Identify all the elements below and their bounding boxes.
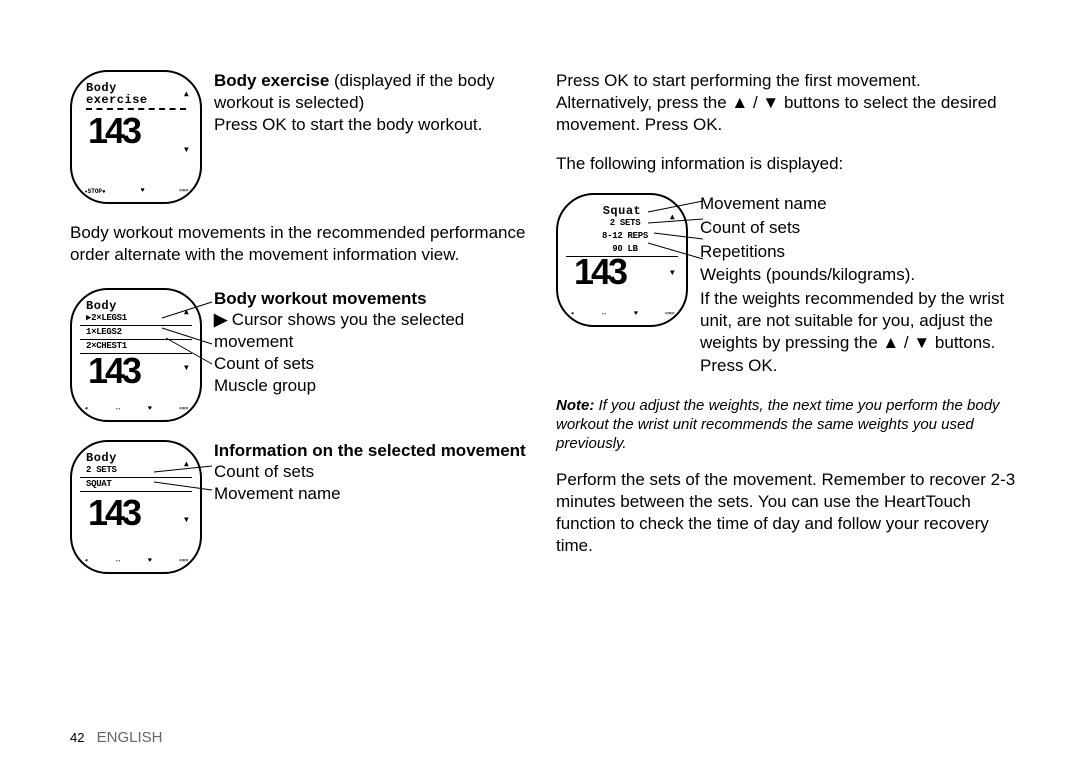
list-item: Weights (pounds/kilograms). — [700, 264, 1016, 286]
body-exercise-description: Body exercise (displayed if the body wor… — [214, 70, 530, 204]
press-ok-para: Press OK to start performing the first m… — [556, 70, 1016, 135]
device-line: SQUAT — [80, 480, 192, 492]
section-heading: Body workout movements — [214, 288, 530, 310]
list-item: Count of sets — [214, 461, 526, 483]
squat-labels: Movement name Count of sets Repetitions … — [700, 193, 1016, 379]
note-paragraph: Note: If you adjust the weights, the nex… — [556, 397, 1016, 453]
device-line: 1×LEGS2 — [80, 328, 192, 340]
up-arrow-icon: ▴ — [183, 88, 190, 100]
list-item: If the weights recommended by the wrist … — [700, 288, 1016, 353]
box-icon: ▭▭ — [180, 558, 188, 565]
device-heart-rate: 143 — [566, 253, 678, 291]
device-heart-rate: 143 — [80, 352, 192, 390]
arrows-icon: ↔ — [602, 311, 606, 318]
section-heading: Information on the selected movement — [214, 440, 526, 462]
down-arrow-icon: ▾ — [183, 362, 190, 374]
device-bottom-row: ◂ ↔ ♥ ▭▭ — [570, 311, 674, 318]
note-text: If you adjust the weights, the next time… — [556, 397, 1000, 452]
device-title: Body — [80, 452, 192, 464]
two-column-layout: Body exercise ▴ ▾ 143 ◂STOP● ♥ ▭▭ Body e… — [70, 70, 1020, 709]
heart-icon: ♥ — [140, 188, 144, 195]
perform-sets-para: Perform the sets of the movement. Rememb… — [556, 469, 1016, 556]
heart-icon: ♥ — [634, 311, 638, 318]
arrows-icon: ↔ — [116, 406, 120, 413]
language-label: ENGLISH — [97, 729, 163, 746]
left-tri-icon: ◂ — [84, 406, 88, 413]
page-footer: 42 ENGLISH — [70, 709, 1020, 746]
device-screen-squat: Squat ▴ ▾ 2 SETS 8-12 REPS 90 LB 143 ◂ ↔… — [556, 193, 688, 327]
heart-icon: ♥ — [148, 558, 152, 565]
left-column: Body exercise ▴ ▾ 143 ◂STOP● ♥ ▭▭ Body e… — [70, 70, 530, 709]
up-arrow-icon: ▴ — [183, 458, 190, 470]
down-arrow-icon: ▾ — [669, 267, 676, 279]
block-squat-info: Squat ▴ ▾ 2 SETS 8-12 REPS 90 LB 143 ◂ ↔… — [556, 193, 1016, 379]
heart-icon: ♥ — [148, 406, 152, 413]
device-screen-selected: Body ▴ ▾ 2 SETS SQUAT 143 ◂ ↔ ♥ ▭▭ — [70, 440, 202, 574]
device-title-line2: exercise — [80, 94, 192, 106]
list-item: Repetitions — [700, 241, 1016, 263]
para-line: Press OK to start performing the first m… — [556, 71, 921, 90]
box-icon: ▭▭ — [180, 188, 188, 195]
box-icon: ▭▭ — [666, 311, 674, 318]
device-line: 2 SETS — [566, 219, 678, 230]
down-arrow-icon: ▾ — [183, 144, 190, 156]
right-column: Press OK to start performing the first m… — [556, 70, 1016, 709]
list-item: ▶ Cursor shows you the selected movement — [214, 309, 530, 353]
device-title: Body — [80, 300, 192, 312]
block-body-movements: Body ▴ ▾ ▶2×LEGS1 1×LEGS2 2×CHEST1 143 ◂… — [70, 288, 530, 422]
para-line: Alternatively, press the ▲ / ▼ buttons t… — [556, 93, 997, 134]
device-screen-body-exercise: Body exercise ▴ ▾ 143 ◂STOP● ♥ ▭▭ — [70, 70, 202, 204]
device-screen-movements: Body ▴ ▾ ▶2×LEGS1 1×LEGS2 2×CHEST1 143 ◂… — [70, 288, 202, 422]
device-bottom-row: ◂ ↔ ♥ ▭▭ — [84, 558, 188, 565]
device-line: 8-12 REPS — [566, 232, 678, 243]
info-displayed-para: The following information is displayed: — [556, 153, 1016, 175]
up-arrow-icon: ▴ — [669, 211, 676, 223]
stop-label: ◂STOP● — [84, 189, 106, 195]
device-bottom-row: ◂ ↔ ♥ ▭▭ — [84, 406, 188, 413]
block-selected-info: Body ▴ ▾ 2 SETS SQUAT 143 ◂ ↔ ♥ ▭▭ Infor… — [70, 440, 530, 574]
device-line: 2 SETS — [80, 466, 192, 478]
para-line2: Press OK to start the body workout. — [214, 115, 482, 134]
device-title: Squat — [566, 205, 678, 217]
list-item: Count of sets — [700, 217, 1016, 239]
list-text: Cursor shows you the selected movement — [214, 310, 464, 351]
left-tri-icon: ◂ — [570, 311, 574, 318]
page-number: 42 — [70, 730, 84, 745]
device-heart-rate: 143 — [80, 112, 192, 150]
block-body-exercise: Body exercise ▴ ▾ 143 ◂STOP● ♥ ▭▭ Body e… — [70, 70, 530, 204]
down-arrow-icon: ▾ — [183, 514, 190, 526]
manual-page: Body exercise ▴ ▾ 143 ◂STOP● ♥ ▭▭ Body e… — [0, 0, 1080, 766]
alternate-paragraph: Body workout movements in the recommende… — [70, 222, 530, 266]
note-label: Note: — [556, 397, 594, 414]
left-tri-icon: ◂ — [84, 558, 88, 565]
para-bold: Body exercise — [214, 71, 329, 90]
arrows-icon: ↔ — [116, 558, 120, 565]
cursor-glyph: ▶ — [214, 310, 227, 329]
device-line: ▶2×LEGS1 — [80, 314, 192, 326]
device-bottom-row: ◂STOP● ♥ ▭▭ — [84, 188, 188, 195]
selected-description: Information on the selected movement Cou… — [214, 440, 526, 574]
box-icon: ▭▭ — [180, 406, 188, 413]
movements-description: Body workout movements ▶ Cursor shows yo… — [214, 288, 530, 422]
device-heart-rate: 143 — [80, 494, 192, 532]
up-arrow-icon: ▴ — [183, 306, 190, 318]
list-item: Press OK. — [700, 355, 1016, 377]
list-item: Count of sets — [214, 353, 530, 375]
list-item: Muscle group — [214, 375, 530, 397]
list-item: Movement name — [700, 193, 1016, 215]
list-item: Movement name — [214, 483, 526, 505]
